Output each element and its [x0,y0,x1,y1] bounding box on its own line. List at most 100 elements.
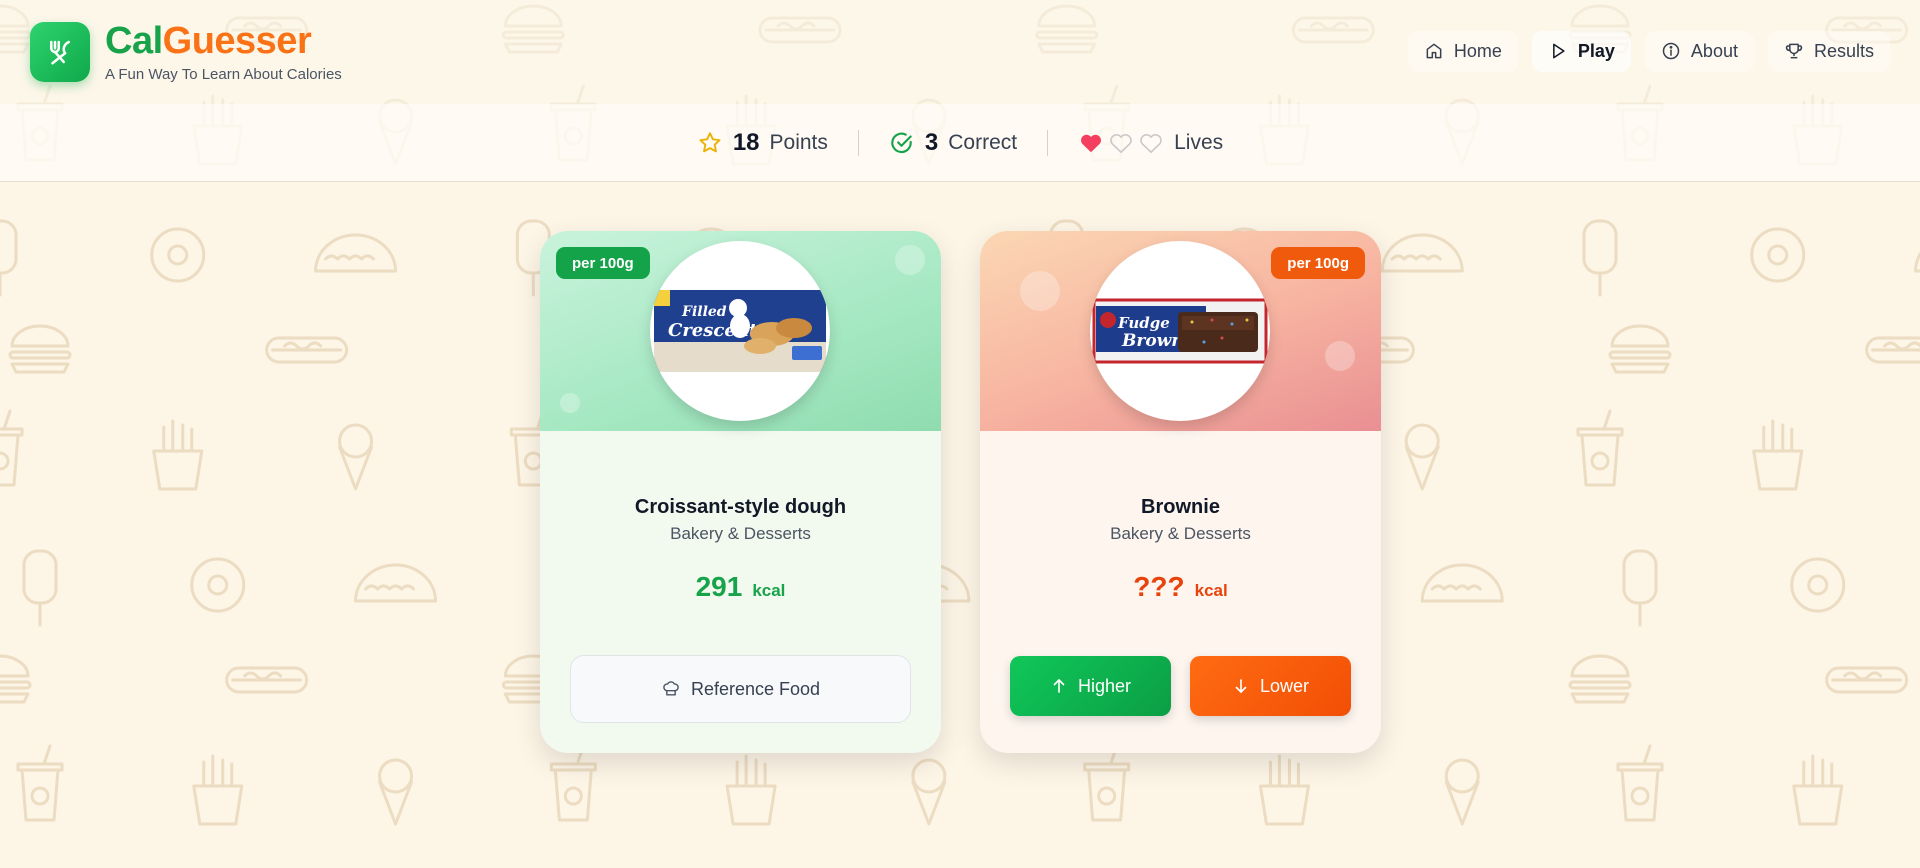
food-category: Bakery & Desserts [1110,524,1251,543]
kcal-unit: kcal [752,581,786,600]
popsicle-doodle-icon [0,219,18,297]
hotdog-doodle-icon [1865,336,1920,364]
decor-bubble [1020,271,1060,311]
lives-label: Lives [1174,130,1224,154]
burger-doodle-icon [0,654,32,704]
heart-filled-icon [1081,134,1102,152]
star-icon [699,131,721,152]
lower-button[interactable]: Lower [1190,656,1351,716]
per-100g-badge: per 100g [1271,247,1365,279]
higher-label: Higher [1077,675,1132,696]
svg-text:Filled: Filled [681,304,727,320]
hotdog-doodle-icon [265,336,349,364]
cup-doodle-icon [1576,409,1624,487]
cone-doodle-icon [1404,423,1440,491]
cone-doodle-icon [338,423,374,491]
heart-empty-icon [1110,133,1132,153]
points-value: 18 [732,128,760,156]
popsicle-doodle-icon [1622,549,1658,627]
fries-doodle-icon [725,754,777,826]
points-stat: 18 Points [667,129,858,157]
points-label: Points [769,130,828,154]
kcal-hidden-value: ??? [1133,571,1185,602]
food-image-croissant-dough: Filled Crescents [650,241,830,421]
arrow-up-icon [1053,679,1065,693]
taco-doodle-icon [1380,233,1464,273]
info-icon [1662,42,1680,60]
food-image-brownie: Fudge Brownies [1090,241,1270,421]
home-icon [1426,43,1442,59]
kcal-unit: kcal [1194,581,1228,600]
brand-part-cal: Cal [105,20,163,62]
lower-label: Lower [1259,675,1310,696]
calorie-display: 291 kcal [540,571,941,603]
cone-doodle-icon [1444,758,1480,826]
lives-stat: Lives [1048,130,1253,156]
svg-text:Fudge: Fudge [1117,314,1170,332]
popsicle-doodle-icon [22,549,58,627]
correct-stat: 3 Correct [859,129,1047,157]
reference-food-label: Reference Food [570,655,911,723]
decor-bubble [560,393,580,413]
cone-doodle-icon [911,758,947,826]
burger-doodle-icon [1568,654,1632,704]
trophy-icon [1785,43,1803,59]
cup-doodle-icon [549,744,597,822]
fries-doodle-icon [1752,419,1804,491]
check-circle-icon [891,132,912,153]
app-header: CalGuesser A Fun Way To Learn About Calo… [0,0,1920,104]
nav-about-label: About [1690,40,1738,61]
calorie-display: ??? kcal [980,571,1381,603]
cup-doodle-icon [1083,744,1131,822]
reference-food-card: per 100g Filled Crescents Croissant-styl… [540,231,941,753]
donut-doodle-icon [150,227,206,283]
burger-doodle-icon [1608,324,1672,374]
fork-knife-icon [50,40,70,65]
correct-label: Correct [948,130,1018,154]
cup-doodle-icon [1616,744,1664,822]
cup-doodle-icon [16,744,64,822]
arrow-down-icon [1235,679,1247,693]
nav-about[interactable]: About [1644,30,1754,72]
nav-results[interactable]: Results [1767,30,1890,72]
reference-food-text: Reference Food [690,678,821,699]
nav-play-label: Play [1577,40,1615,61]
donut-doodle-icon [1750,227,1806,283]
taco-doodle-icon [1420,563,1504,603]
logo[interactable] [30,22,90,82]
donut-doodle-icon [1790,557,1846,613]
hotdog-doodle-icon [1825,666,1909,694]
cone-doodle-icon [378,758,414,826]
card-header: per 100g Filled Crescents [540,231,941,431]
nav-results-label: Results [1813,40,1874,61]
card-header: per 100g Fudge Brownies [980,231,1381,431]
tagline: A Fun Way To Learn About Calories [105,66,342,83]
main-nav: Home Play About Results [1407,30,1890,72]
nav-play[interactable]: Play [1531,30,1631,72]
fries-doodle-icon [1792,754,1844,826]
score-bar: 18 Points 3 Correct Lives [0,104,1920,182]
fries-doodle-icon [152,419,204,491]
nav-home[interactable]: Home [1407,30,1518,72]
per-100g-badge: per 100g [556,247,650,279]
chef-hat-icon [663,681,679,696]
food-name: Brownie [1141,496,1220,518]
heart-empty-icon [1140,133,1162,153]
guess-food-card: per 100g Fudge Brownies Brownie Bakery &… [980,231,1381,753]
popsicle-doodle-icon [1582,219,1618,297]
taco-doodle-icon [354,563,438,603]
taco-doodle-icon [314,233,398,273]
decor-bubble [895,245,925,275]
cup-doodle-icon [0,409,24,487]
higher-button[interactable]: Higher [1010,656,1171,716]
donut-doodle-icon [190,557,246,613]
food-name: Croissant-style dough [634,496,847,518]
brand-name[interactable]: CalGuesser [105,20,312,62]
kcal-value: 291 [695,571,743,602]
taco-doodle-icon [1914,251,1920,273]
hotdog-doodle-icon [225,666,309,694]
food-category: Bakery & Desserts [670,524,811,543]
crescent-dough-package-image: Filled Crescents [654,290,826,372]
decor-bubble [1325,341,1355,371]
brand-part-guesser: Guesser [162,20,312,62]
